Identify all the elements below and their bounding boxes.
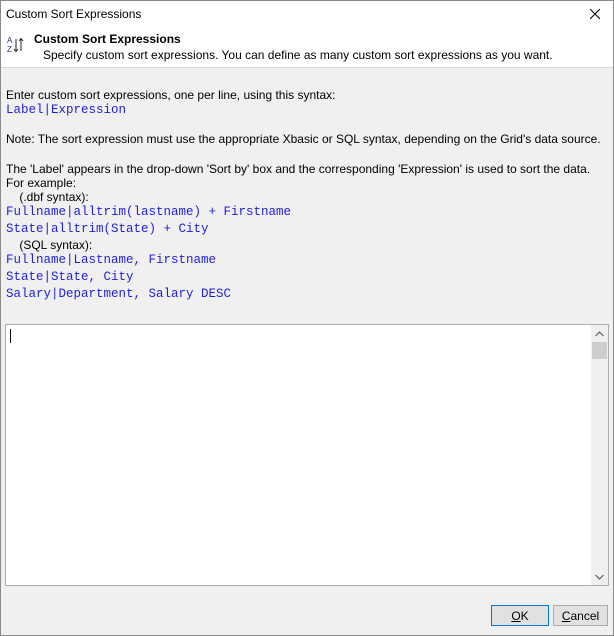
cancel-label: ancel (570, 608, 600, 623)
example-line: Fullname|Lastname, Firstname (6, 253, 217, 267)
scroll-thumb[interactable] (592, 342, 607, 359)
text-caret (10, 329, 11, 343)
sort-az-icon: A Z (7, 36, 24, 54)
window-title: Custom Sort Expressions (6, 7, 142, 21)
cancel-button[interactable]: Cancel (553, 605, 608, 626)
header-title: Custom Sort Expressions (34, 32, 181, 46)
dialog-window: Custom Sort Expressions A Z Custom Sort … (0, 0, 614, 636)
ok-label-mnemonic: O (511, 608, 521, 623)
explain-text: The 'Label' appears in the drop-down 'So… (6, 162, 591, 176)
svg-text:Z: Z (7, 45, 12, 54)
sql-heading: (SQL syntax): (6, 238, 93, 252)
ok-label: K (520, 608, 529, 623)
header-subtitle: Specify custom sort expressions. You can… (43, 48, 553, 62)
instructions: Enter custom sort expressions, one per l… (6, 88, 606, 303)
example-line: Salary|Department, Salary DESC (6, 287, 232, 301)
sort-expressions-editor[interactable] (5, 324, 609, 586)
close-icon (590, 9, 600, 19)
example-line: State|alltrim(State) + City (6, 222, 209, 236)
example-line: State|State, City (6, 270, 134, 284)
chevron-up-icon (595, 330, 604, 336)
vertical-scrollbar[interactable] (591, 325, 608, 585)
chevron-down-icon (595, 574, 604, 580)
cancel-label-mnemonic: C (561, 608, 571, 623)
svg-text:A: A (7, 36, 13, 45)
for-example-text: For example: (6, 176, 77, 190)
syntax-text: Label|Expression (6, 103, 127, 117)
example-line: Fullname|alltrim(lastname) + Firstname (6, 205, 292, 219)
title-bar[interactable]: Custom Sort Expressions (1, 1, 613, 27)
ok-button[interactable]: OK (491, 605, 549, 626)
close-button[interactable] (577, 1, 613, 27)
scroll-down-button[interactable] (591, 568, 608, 585)
intro-text: Enter custom sort expressions, one per l… (6, 88, 336, 102)
dbf-heading: (.dbf syntax): (6, 190, 89, 204)
scroll-up-button[interactable] (591, 325, 608, 342)
dialog-header: A Z Custom Sort Expressions Specify cust… (1, 27, 613, 68)
note-text: Note: The sort expression must use the a… (6, 132, 601, 146)
